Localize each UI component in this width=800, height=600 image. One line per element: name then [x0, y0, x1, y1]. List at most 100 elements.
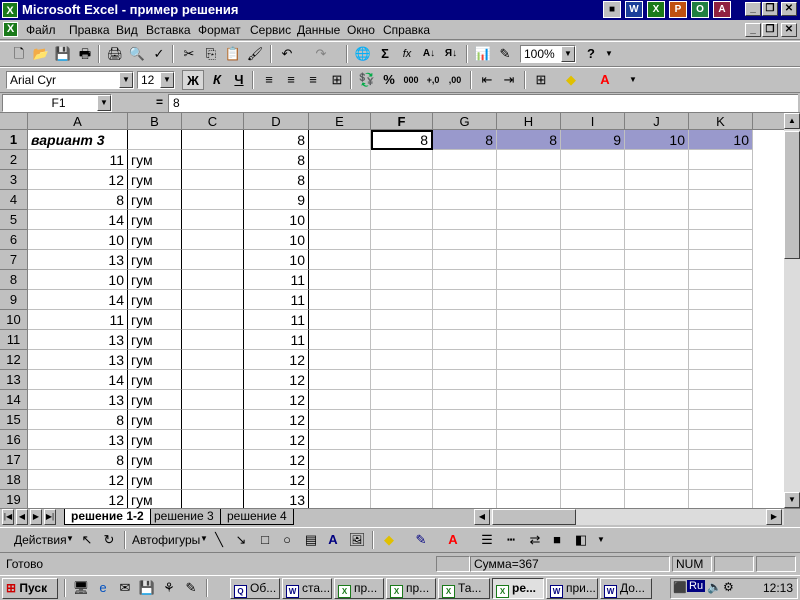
- grid-cell[interactable]: [182, 230, 244, 250]
- task-button[interactable]: Wста...: [282, 578, 332, 599]
- sort-ascending-icon[interactable]: A↓: [418, 44, 440, 64]
- grid-cell[interactable]: [561, 330, 625, 350]
- grid-cell[interactable]: гум: [128, 290, 182, 310]
- grid-cell[interactable]: [371, 150, 433, 170]
- align-left-icon[interactable]: ≡: [258, 70, 280, 90]
- row-header[interactable]: 6: [0, 230, 28, 250]
- column-header-c[interactable]: C: [182, 113, 244, 130]
- increase-indent-icon[interactable]: ⇥: [498, 70, 520, 90]
- sheet-tab[interactable]: решение 3: [148, 509, 221, 525]
- grid-cell[interactable]: [497, 270, 561, 290]
- grid-cell[interactable]: [433, 430, 497, 450]
- font-color-icon[interactable]: A: [442, 530, 464, 550]
- quicklaunch-access-icon[interactable]: A: [713, 1, 731, 18]
- function-icon[interactable]: fx: [396, 44, 418, 64]
- grid-cell[interactable]: [561, 210, 625, 230]
- grid-cell[interactable]: 10: [28, 230, 128, 250]
- hyperlink-icon[interactable]: 🌐: [352, 44, 374, 64]
- grid-cell[interactable]: [182, 350, 244, 370]
- grid-cell[interactable]: [128, 130, 182, 150]
- grid-cell[interactable]: 13: [28, 250, 128, 270]
- grid-cell[interactable]: [561, 270, 625, 290]
- grid-cell[interactable]: [561, 190, 625, 210]
- grid-cell[interactable]: [433, 210, 497, 230]
- underline-button[interactable]: Ч: [228, 70, 250, 90]
- grid-cell[interactable]: [497, 290, 561, 310]
- doc-minimize-button[interactable]: _: [745, 23, 761, 37]
- grid-cell[interactable]: [561, 310, 625, 330]
- grid-cell[interactable]: 8: [497, 130, 561, 150]
- clipart-icon[interactable]: 🖼: [346, 530, 368, 550]
- grid-cell[interactable]: [625, 290, 689, 310]
- grid-cell[interactable]: [371, 330, 433, 350]
- line-icon[interactable]: ╲: [208, 530, 230, 550]
- column-header-a[interactable]: A: [28, 113, 128, 130]
- grid-cell[interactable]: гум: [128, 270, 182, 290]
- grid-cell[interactable]: 13: [244, 490, 309, 508]
- autoshapes-menu[interactable]: Автофигуры: [132, 533, 200, 547]
- row-header[interactable]: 10: [0, 310, 28, 330]
- borders-icon[interactable]: ⊞: [530, 70, 552, 90]
- chart-wizard-icon[interactable]: 📊: [472, 44, 494, 64]
- grid-cell[interactable]: [309, 190, 371, 210]
- doc-close-button[interactable]: ✕: [781, 23, 797, 37]
- grid-cell[interactable]: 9: [561, 130, 625, 150]
- grid-cell[interactable]: [433, 270, 497, 290]
- grid-cell[interactable]: [433, 410, 497, 430]
- grid-cell[interactable]: [497, 210, 561, 230]
- grid-cell[interactable]: [689, 270, 753, 290]
- menu-help[interactable]: Справка: [383, 23, 430, 37]
- rectangle-icon[interactable]: □: [254, 530, 276, 550]
- grid-cell[interactable]: [689, 490, 753, 508]
- wordart-icon[interactable]: A: [322, 530, 344, 550]
- 3d-icon[interactable]: ◧: [570, 530, 592, 550]
- task-button[interactable]: W До...: [600, 578, 652, 599]
- menu-view[interactable]: Вид: [116, 23, 138, 37]
- grid-cell[interactable]: 8: [244, 130, 309, 150]
- grid-cell[interactable]: 8: [433, 130, 497, 150]
- grid-cell[interactable]: [689, 230, 753, 250]
- grid-cell[interactable]: [497, 230, 561, 250]
- grid-cell[interactable]: [182, 170, 244, 190]
- toolbar-options-icon[interactable]: ▼: [622, 70, 644, 90]
- grid-cell[interactable]: [689, 310, 753, 330]
- grid-cell[interactable]: [625, 370, 689, 390]
- grid-cell[interactable]: гум: [128, 490, 182, 508]
- row-header[interactable]: 15: [0, 410, 28, 430]
- grid-cell[interactable]: 10: [244, 250, 309, 270]
- grid-cell[interactable]: [497, 190, 561, 210]
- grid-cell[interactable]: [433, 310, 497, 330]
- grid-cell[interactable]: [497, 490, 561, 508]
- grid-cell[interactable]: [309, 250, 371, 270]
- grid-cell[interactable]: [561, 430, 625, 450]
- grid-cell[interactable]: [625, 170, 689, 190]
- task-button[interactable]: Xпр...: [334, 578, 384, 599]
- grid-cell[interactable]: 13: [28, 430, 128, 450]
- tray-app-icon[interactable]: ⚙: [723, 580, 734, 594]
- grid-cell[interactable]: [433, 250, 497, 270]
- select-pointer-icon[interactable]: ↖: [76, 530, 98, 550]
- grid-cell[interactable]: [309, 490, 371, 508]
- outlook-icon[interactable]: ✉: [114, 578, 136, 598]
- save-icon[interactable]: 💾: [136, 578, 158, 598]
- rotate-icon[interactable]: ↻: [98, 530, 120, 550]
- grid-cell[interactable]: 13: [28, 350, 128, 370]
- grid-cell[interactable]: [371, 290, 433, 310]
- quicklaunch-word-icon[interactable]: ■: [603, 1, 621, 18]
- grid-cell[interactable]: 8: [244, 150, 309, 170]
- grid-cell[interactable]: [371, 170, 433, 190]
- font-select[interactable]: Arial Cyr ▼: [6, 71, 134, 89]
- chevron-down-icon[interactable]: ▼: [97, 95, 111, 111]
- grid-cell[interactable]: [497, 310, 561, 330]
- vertical-scrollbar[interactable]: ▲ ▼: [784, 113, 800, 508]
- hscroll-thumb[interactable]: [492, 509, 576, 525]
- grid-cell[interactable]: 13: [28, 390, 128, 410]
- scroll-thumb[interactable]: [784, 131, 800, 259]
- grid-cell[interactable]: [371, 210, 433, 230]
- column-header-h[interactable]: H: [497, 113, 561, 130]
- grid-cell[interactable]: [689, 290, 753, 310]
- row-header[interactable]: 4: [0, 190, 28, 210]
- grid-cell[interactable]: 10: [244, 210, 309, 230]
- column-header-f[interactable]: F: [371, 113, 433, 130]
- grid-cell[interactable]: [371, 390, 433, 410]
